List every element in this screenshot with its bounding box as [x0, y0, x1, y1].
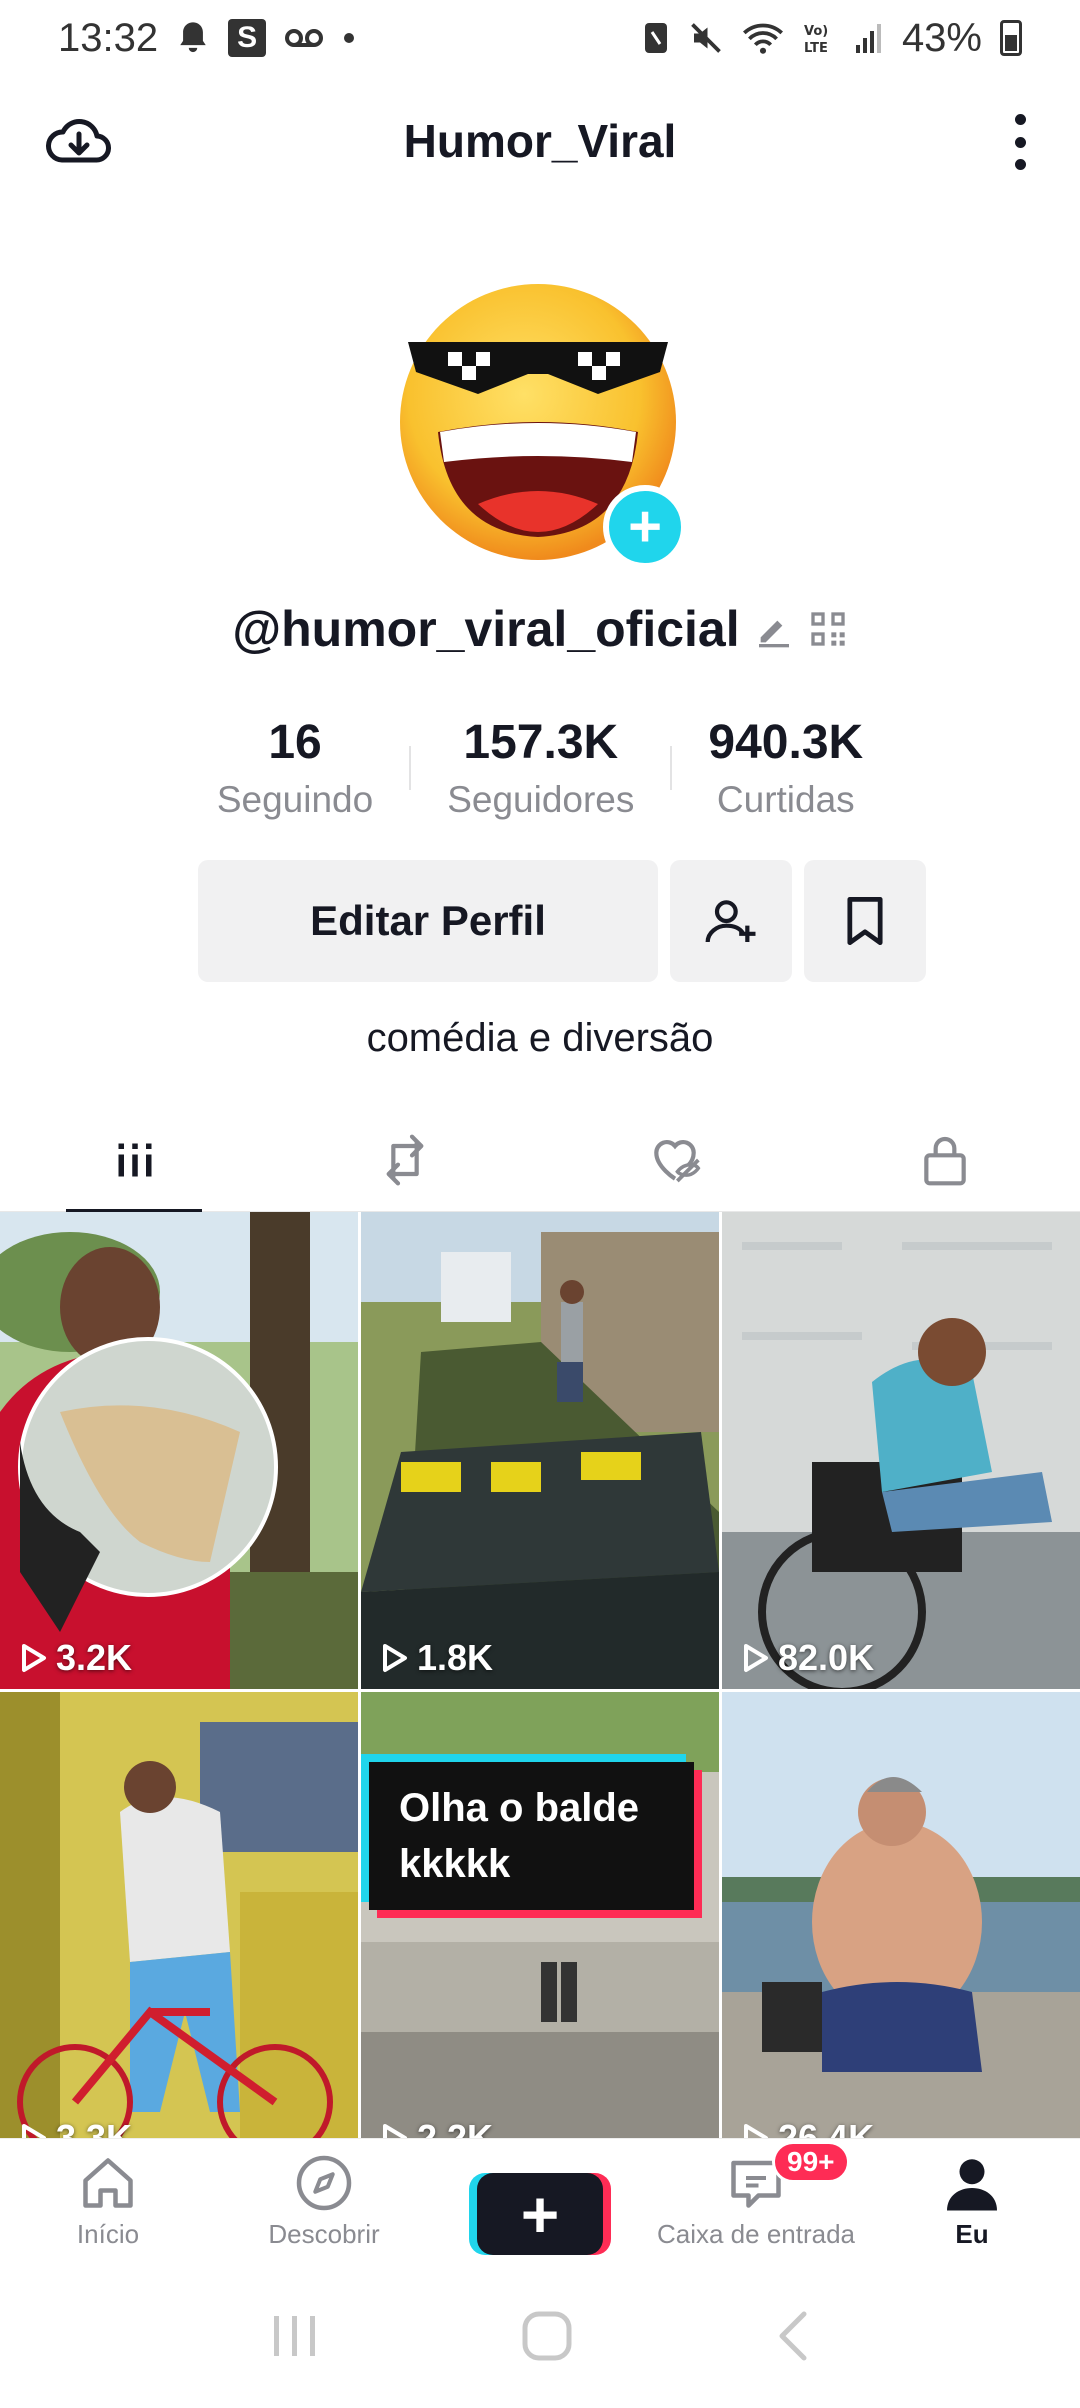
tab-liked[interactable]	[540, 1108, 810, 1212]
page-title: Humor_Viral	[403, 115, 677, 167]
view-count-text: 82.0K	[778, 1637, 875, 1678]
stat-value: 157.3K	[463, 716, 619, 769]
thumbnail-boy-wheelchair-image	[722, 1212, 1080, 1689]
videos-grid-icon	[118, 1143, 152, 1177]
add-user-icon	[705, 900, 756, 943]
more-vertical-icon[interactable]	[1002, 110, 1038, 174]
mute-icon	[688, 20, 724, 56]
video-thumbnail[interactable]: 26.4K	[722, 1692, 1080, 2169]
stat-value: 16	[268, 716, 322, 769]
status-time: 13:32	[58, 15, 159, 60]
repost-icon	[386, 1134, 424, 1186]
voicemail-icon	[284, 26, 324, 50]
nav-label: Eu	[955, 2219, 989, 2249]
volte-icon: Vo) LTE	[802, 20, 836, 56]
bell-icon	[176, 19, 210, 57]
wifi-icon	[742, 21, 784, 55]
nav-label: Início	[76, 2219, 140, 2249]
video-thumbnail[interactable]: 82.0K	[722, 1212, 1080, 1689]
profile-icon	[947, 2159, 997, 2211]
play-icon	[744, 1644, 768, 1672]
view-count-text: 3.2K	[56, 1637, 133, 1678]
video-thumbnail[interactable]: 1.8K	[361, 1212, 719, 1689]
private-lock-icon	[924, 1136, 966, 1186]
nav-home[interactable]: Início	[0, 2139, 216, 2268]
thumbnail-man-seawall-image	[722, 1692, 1080, 2169]
profile-actions: Editar Perfil	[198, 860, 926, 982]
dot-icon	[342, 31, 356, 45]
tab-reposts[interactable]	[270, 1108, 540, 1212]
add-friends-button[interactable]	[670, 860, 792, 982]
thumbnail-man-crossing-canal-image	[361, 1212, 719, 1689]
stat-following[interactable]: 16 Seguindo	[181, 712, 409, 826]
nav-create[interactable]: +	[432, 2139, 648, 2268]
battery-icon	[1000, 20, 1022, 56]
thumbnail-man-bicycle-image	[0, 1692, 358, 2169]
username-row: @humor_viral_oficial	[0, 600, 1080, 658]
nav-inbox[interactable]: 99+ Caixa de entrada	[648, 2139, 864, 2268]
liked-hidden-icon	[654, 1140, 701, 1183]
nav-label: Descobrir	[268, 2219, 380, 2249]
bottom-nav: Início Descobrir + 99+ Caixa de entrada …	[0, 2138, 1080, 2268]
s-app-icon: S	[228, 19, 267, 57]
video-thumbnail[interactable]: 3.2K	[0, 1212, 358, 1689]
play-icon	[383, 1644, 407, 1672]
home-icon	[83, 2158, 133, 2208]
stat-label: Seguidores	[447, 779, 635, 820]
edit-profile-button[interactable]: Editar Perfil	[198, 860, 658, 982]
nav-label: Caixa de entrada	[656, 2219, 856, 2249]
status-right: Vo) LTE 43%	[642, 16, 1022, 61]
svg-text:Vo): Vo)	[804, 24, 828, 39]
profile-stats: 16 Seguindo 157.3K Seguidores 940.3K Cur…	[0, 712, 1080, 826]
bookmark-icon	[847, 896, 883, 946]
system-navigation-bar	[0, 2268, 1080, 2408]
username: @humor_viral_oficial	[232, 601, 740, 657]
status-left: 13:32 S	[58, 16, 356, 61]
tab-private[interactable]	[810, 1108, 1080, 1212]
view-count: 3.2K	[20, 1637, 132, 1679]
view-count: 82.0K	[742, 1637, 874, 1679]
recent-apps-icon[interactable]	[270, 2313, 320, 2364]
profile-header: Humor_Viral	[0, 96, 1080, 186]
stat-followers[interactable]: 157.3K Seguidores	[411, 712, 670, 826]
video-grid: 3.2K 1.8K 82.0K Olha o balde kkkkk	[0, 1212, 1080, 2169]
nav-profile[interactable]: Eu	[864, 2139, 1080, 2268]
view-count-text: 1.8K	[417, 1637, 494, 1678]
video-thumbnail[interactable]: 3.3K	[0, 1692, 358, 2169]
pencil-icon[interactable]	[754, 609, 794, 649]
home-button-icon[interactable]	[521, 2310, 573, 2367]
stat-label: Curtidas	[716, 779, 855, 820]
compass-icon	[296, 2155, 352, 2211]
video-thumbnail[interactable]: Olha o balde kkkkk 2.2K	[361, 1692, 719, 2169]
profile-tabs	[0, 1108, 1080, 1214]
notification-badge: 99+	[772, 2141, 850, 2183]
tab-videos[interactable]	[0, 1108, 270, 1214]
qr-code-icon[interactable]	[808, 609, 848, 649]
play-icon	[22, 1644, 46, 1672]
thumbnail-man-showing-object-image	[0, 1212, 358, 1689]
svg-text:LTE: LTE	[804, 41, 828, 56]
stat-label: Seguindo	[216, 779, 374, 820]
video-caption-overlay: Olha o balde kkkkk	[369, 1762, 694, 1910]
battery-percent: 43%	[901, 15, 982, 60]
stat-value: 940.3K	[708, 716, 864, 769]
nav-discover[interactable]: Descobrir	[216, 2139, 432, 2268]
back-icon[interactable]	[774, 2310, 810, 2367]
profile-bio: comédia e diversão	[366, 1016, 714, 1060]
stat-likes[interactable]: 940.3K Curtidas	[672, 712, 899, 826]
add-avatar-button[interactable]: +	[603, 485, 687, 569]
favorites-button[interactable]	[804, 860, 926, 982]
nfc-icon	[642, 20, 670, 56]
signal-icon	[854, 21, 884, 55]
create-plus-icon: +	[477, 2173, 603, 2255]
view-count: 1.8K	[381, 1637, 493, 1679]
status-bar: 13:32 S Vo) LTE 43%	[0, 0, 1080, 76]
